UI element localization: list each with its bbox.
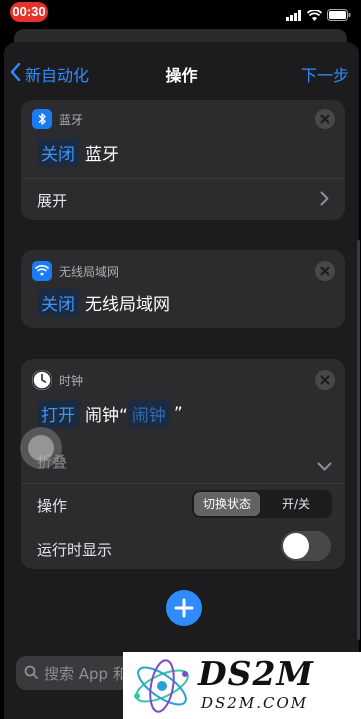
expand-toggle-label[interactable]: 展开 — [37, 190, 67, 211]
cellular-signal-icon — [286, 6, 302, 25]
show-when-run-label: 运行时显示 — [37, 541, 113, 559]
operation-segmented-control[interactable]: 切换状态 开/关 — [192, 490, 332, 518]
action-verb-token[interactable]: 关闭 — [37, 138, 79, 167]
plus-icon — [174, 598, 194, 618]
search-icon — [24, 664, 38, 683]
clock-action-card: 时钟 打开 闹钟“ 闹钟 ” 折叠 操作 切换状态 开/关 运行时显示 — [21, 359, 345, 569]
add-action-button[interactable] — [166, 590, 202, 626]
clock-icon — [32, 370, 52, 390]
remove-action-button[interactable] — [315, 370, 335, 390]
bluetooth-action-card: 蓝牙 关闭 蓝牙 展开 — [21, 100, 345, 220]
wifi-app-label: 无线局域网 — [59, 265, 120, 279]
next-button[interactable]: 下一步 — [301, 62, 349, 86]
status-bar: 00:30 — [0, 0, 361, 28]
show-when-run-toggle[interactable] — [281, 531, 331, 561]
status-icons — [286, 6, 351, 25]
alarm-parameter-token[interactable]: 闹钟 — [127, 399, 170, 428]
bluetooth-app-label: 蓝牙 — [59, 113, 84, 127]
bluetooth-action-line: 关闭 蓝牙 — [37, 138, 119, 167]
status-time: 00:30 — [10, 2, 48, 22]
actions-sheet: 新自动化 操作 下一步 蓝牙 关闭 蓝牙 展开 无线局域网 关闭 无线局域网 时… — [4, 42, 359, 719]
remove-action-button[interactable] — [315, 109, 335, 129]
navigation-bar: 新自动化 操作 下一步 — [4, 42, 359, 100]
segment-toggle-state[interactable]: 切换状态 — [194, 492, 260, 516]
action-target: 蓝牙 — [85, 145, 119, 165]
wifi-action-card: 无线局域网 关闭 无线局域网 — [21, 250, 345, 328]
search-placeholder: 搜索 App 和 — [44, 664, 128, 683]
action-text: 闹钟“ — [85, 406, 128, 426]
scrollbar[interactable] — [357, 240, 360, 640]
operation-label: 操作 — [37, 497, 68, 515]
action-verb-token[interactable]: 关闭 — [37, 288, 79, 317]
divider — [21, 483, 345, 484]
watermark-subtitle: DS2M.COM — [201, 694, 309, 712]
bluetooth-icon — [32, 109, 52, 129]
atom-logo-icon — [134, 659, 189, 713]
action-text-end: ” — [173, 403, 183, 424]
wifi-icon — [32, 261, 52, 281]
wifi-status-icon — [306, 6, 323, 25]
close-icon — [320, 375, 330, 385]
close-icon — [320, 114, 330, 124]
watermark-logo: DS2M DS2M.COM — [123, 652, 361, 719]
wifi-action-line: 关闭 无线局域网 — [37, 288, 170, 317]
clock-app-label: 时钟 — [59, 374, 84, 388]
battery-icon — [327, 6, 351, 25]
touch-indicator — [20, 427, 62, 469]
action-verb-token[interactable]: 打开 — [37, 399, 79, 428]
segment-on-off[interactable]: 开/关 — [262, 492, 330, 516]
toggle-knob — [283, 533, 309, 559]
clock-action-line: 打开 闹钟“ 闹钟 ” — [37, 399, 183, 428]
action-target: 无线局域网 — [85, 295, 170, 315]
close-icon — [320, 266, 330, 276]
chevron-right-icon[interactable] — [320, 191, 329, 210]
remove-action-button[interactable] — [315, 261, 335, 281]
chevron-down-icon[interactable] — [317, 456, 332, 475]
divider — [21, 178, 345, 179]
watermark-title: DS2M — [198, 654, 314, 693]
